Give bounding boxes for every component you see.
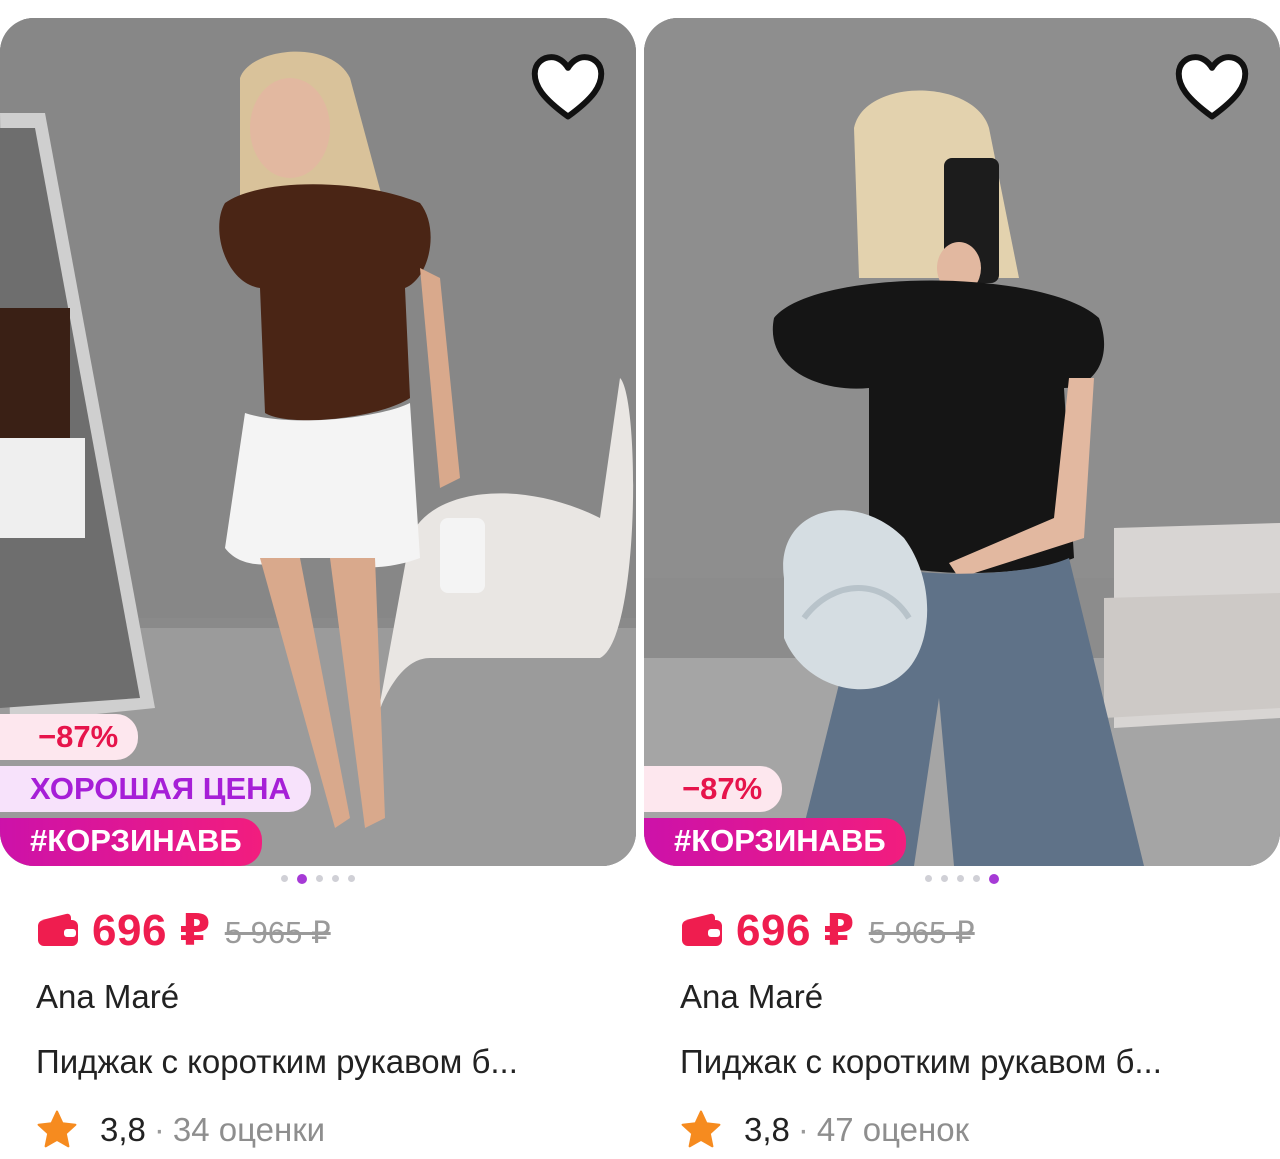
star-icon	[37, 1110, 77, 1148]
carousel-dot[interactable]	[348, 875, 355, 882]
star-icon	[681, 1110, 721, 1148]
heart-outline-icon	[1175, 54, 1249, 120]
carousel-dot[interactable]	[281, 875, 288, 882]
rating-separator: ·	[153, 1111, 165, 1148]
carousel-indicator	[0, 874, 636, 885]
heart-outline-icon	[531, 54, 605, 120]
carousel-dot[interactable]	[297, 874, 307, 884]
product-title[interactable]: Пиджак с коротким рукавом б...	[36, 1043, 616, 1081]
old-price: 5 965 ₽	[224, 915, 331, 950]
carousel-dot[interactable]	[941, 875, 948, 882]
reviews-count[interactable]: 34 оценки	[173, 1111, 325, 1149]
price-row: 696 ₽ 5 965 ₽	[36, 902, 331, 958]
discount-badge: −87%	[644, 766, 783, 812]
discount-badge: −87%	[0, 714, 139, 760]
carousel-dot[interactable]	[989, 874, 999, 884]
price-row: 696 ₽ 5 965 ₽	[680, 902, 975, 958]
rating-row: 3,8 · 47 оценок	[680, 1108, 969, 1152]
product-card[interactable]: −87% ХОРОШАЯ ЦЕНА #КОРЗИНАВБ 696 ₽ 5 965…	[0, 18, 636, 1148]
promo-tag-badge: #КОРЗИНАВБ	[0, 818, 262, 866]
rating-value: 3,8	[100, 1111, 146, 1148]
rating-separator: ·	[797, 1111, 809, 1148]
favorite-button[interactable]	[1174, 52, 1250, 124]
carousel-dot[interactable]	[925, 875, 932, 882]
rating-row: 3,8 · 34 оценки	[36, 1108, 325, 1152]
carousel-dot[interactable]	[332, 875, 339, 882]
carousel-dot[interactable]	[973, 875, 980, 882]
product-title[interactable]: Пиджак с коротким рукавом б...	[680, 1043, 1260, 1081]
badge-group: −87% #КОРЗИНАВБ	[644, 760, 906, 866]
badge-group: −87% ХОРОШАЯ ЦЕНА #КОРЗИНАВБ	[0, 708, 311, 866]
product-photo[interactable]: −87% #КОРЗИНАВБ	[644, 18, 1280, 866]
good-price-badge: ХОРОШАЯ ЦЕНА	[0, 766, 311, 812]
favorite-button[interactable]	[530, 52, 606, 124]
product-photo[interactable]: −87% ХОРОШАЯ ЦЕНА #КОРЗИНАВБ	[0, 18, 636, 866]
current-price: 696 ₽	[92, 905, 211, 955]
wallet-icon	[38, 913, 78, 946]
carousel-indicator	[644, 874, 1280, 885]
old-price: 5 965 ₽	[868, 915, 975, 950]
carousel-dot[interactable]	[316, 875, 323, 882]
carousel-dot[interactable]	[957, 875, 964, 882]
wallet-icon	[682, 913, 722, 946]
current-price: 696 ₽	[736, 905, 855, 955]
rating-value: 3,8	[744, 1111, 790, 1148]
brand-name[interactable]: Ana Maré	[36, 978, 179, 1016]
reviews-count[interactable]: 47 оценок	[817, 1111, 969, 1149]
promo-tag-badge: #КОРЗИНАВБ	[644, 818, 906, 866]
product-card[interactable]: −87% #КОРЗИНАВБ 696 ₽ 5 965 ₽ Ana Maré П…	[644, 18, 1280, 1148]
brand-name[interactable]: Ana Maré	[680, 978, 823, 1016]
